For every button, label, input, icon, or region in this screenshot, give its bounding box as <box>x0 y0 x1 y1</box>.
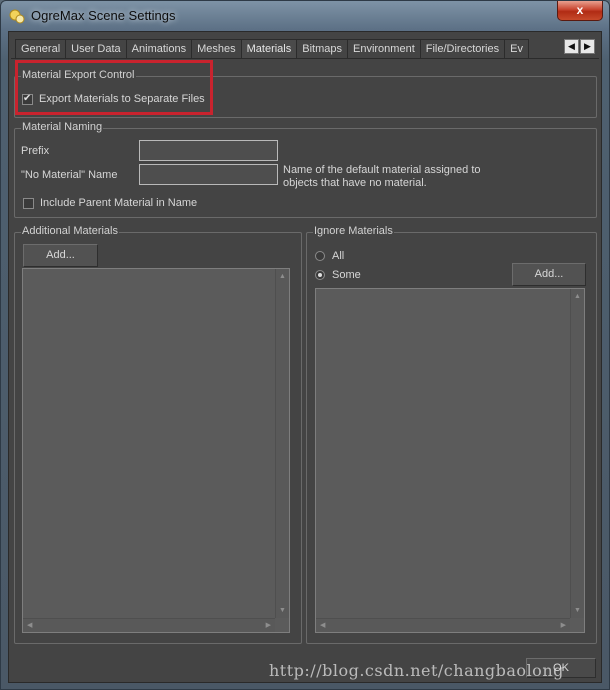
ignore-some-radio[interactable] <box>315 270 325 280</box>
ignore-all-radio[interactable] <box>315 251 325 261</box>
additional-materials-legend: Additional Materials <box>21 225 119 237</box>
material-naming-group: Material Naming Prefix "No Material" Nam… <box>14 121 597 218</box>
tab-general[interactable]: General <box>15 39 67 59</box>
ignore-materials-legend: Ignore Materials <box>313 225 394 237</box>
no-material-hint-line2: objects that have no material. <box>283 177 427 189</box>
tab-scroll-left-button[interactable]: ◀ <box>564 39 579 54</box>
scroll-down-icon[interactable]: ▼ <box>279 607 286 614</box>
scroll-down-icon[interactable]: ▼ <box>574 607 581 614</box>
tab-meshes[interactable]: Meshes <box>191 39 242 59</box>
chevron-right-icon: ▶ <box>584 41 591 51</box>
scroll-up-icon[interactable]: ▲ <box>279 273 286 280</box>
ignore-vertical-scrollbar[interactable]: ▲ ▼ <box>570 289 584 618</box>
additional-add-button[interactable]: Add... <box>23 244 98 267</box>
ignore-some-label: Some <box>332 269 361 281</box>
tab-user-data[interactable]: User Data <box>65 39 127 59</box>
additional-materials-list[interactable]: ▲ ▼ ◀ ▶ <box>22 268 290 633</box>
scroll-right-icon[interactable]: ▶ <box>266 622 271 629</box>
materials-tab-panel: Material Export Control ✔ Export Materia… <box>11 58 599 680</box>
ignore-add-button[interactable]: Add... <box>512 263 586 286</box>
scroll-up-icon[interactable]: ▲ <box>574 293 581 300</box>
include-parent-label: Include Parent Material in Name <box>40 197 198 209</box>
scroll-left-icon[interactable]: ◀ <box>320 622 325 629</box>
include-parent-checkbox[interactable] <box>23 198 34 209</box>
no-material-name-input[interactable] <box>139 164 278 185</box>
tab-strip: General User Data Animations Meshes Material… <box>15 39 565 59</box>
ignore-horizontal-scrollbar[interactable]: ◀ ▶ <box>316 618 570 632</box>
title-bar[interactable]: OgreMax Scene Settings x <box>1 1 609 31</box>
dialog-client-area: General User Data Animations Meshes Material… <box>8 31 602 683</box>
tab-scroll-right-button[interactable]: ▶ <box>580 39 595 54</box>
prefix-label: Prefix <box>21 145 50 157</box>
dialog-window: OgreMax Scene Settings x General User Dat… <box>0 0 610 690</box>
close-icon: x <box>576 3 584 17</box>
app-icon <box>9 9 25 24</box>
scroll-right-icon[interactable]: ▶ <box>561 622 566 629</box>
ignore-materials-list[interactable]: ▲ ▼ ◀ ▶ <box>315 288 585 633</box>
ignore-all-label: All <box>332 250 345 262</box>
annotation-highlight-box <box>15 60 213 115</box>
tab-materials[interactable]: Materials <box>240 39 298 59</box>
tab-animations[interactable]: Animations <box>125 39 193 59</box>
no-material-hint-line1: Name of the default material assigned to <box>283 164 481 176</box>
tab-bitmaps[interactable]: Bitmaps <box>296 39 348 59</box>
watermark-text: http://blog.csdn.net/changbaolong <box>269 661 564 680</box>
material-naming-legend: Material Naming <box>21 121 104 133</box>
prefix-input[interactable] <box>139 140 278 161</box>
tab-environment[interactable]: Environment <box>347 39 421 59</box>
tab-file-directories[interactable]: File/Directories <box>419 39 506 59</box>
ignore-materials-group: Ignore Materials All Some Add... ▲ ▼ ◀ ▶ <box>306 225 597 644</box>
additional-vertical-scrollbar[interactable]: ▲ ▼ <box>275 269 289 618</box>
no-material-name-label: "No Material" Name <box>21 169 118 181</box>
tab-events-truncated[interactable]: Ev <box>504 39 529 59</box>
window-title: OgreMax Scene Settings <box>31 8 176 23</box>
scroll-left-icon[interactable]: ◀ <box>27 622 32 629</box>
chevron-left-icon: ◀ <box>568 41 575 51</box>
additional-materials-group: Additional Materials Add... ▲ ▼ ◀ ▶ <box>14 225 302 644</box>
additional-horizontal-scrollbar[interactable]: ◀ ▶ <box>23 618 275 632</box>
close-button[interactable]: x <box>557 1 603 21</box>
